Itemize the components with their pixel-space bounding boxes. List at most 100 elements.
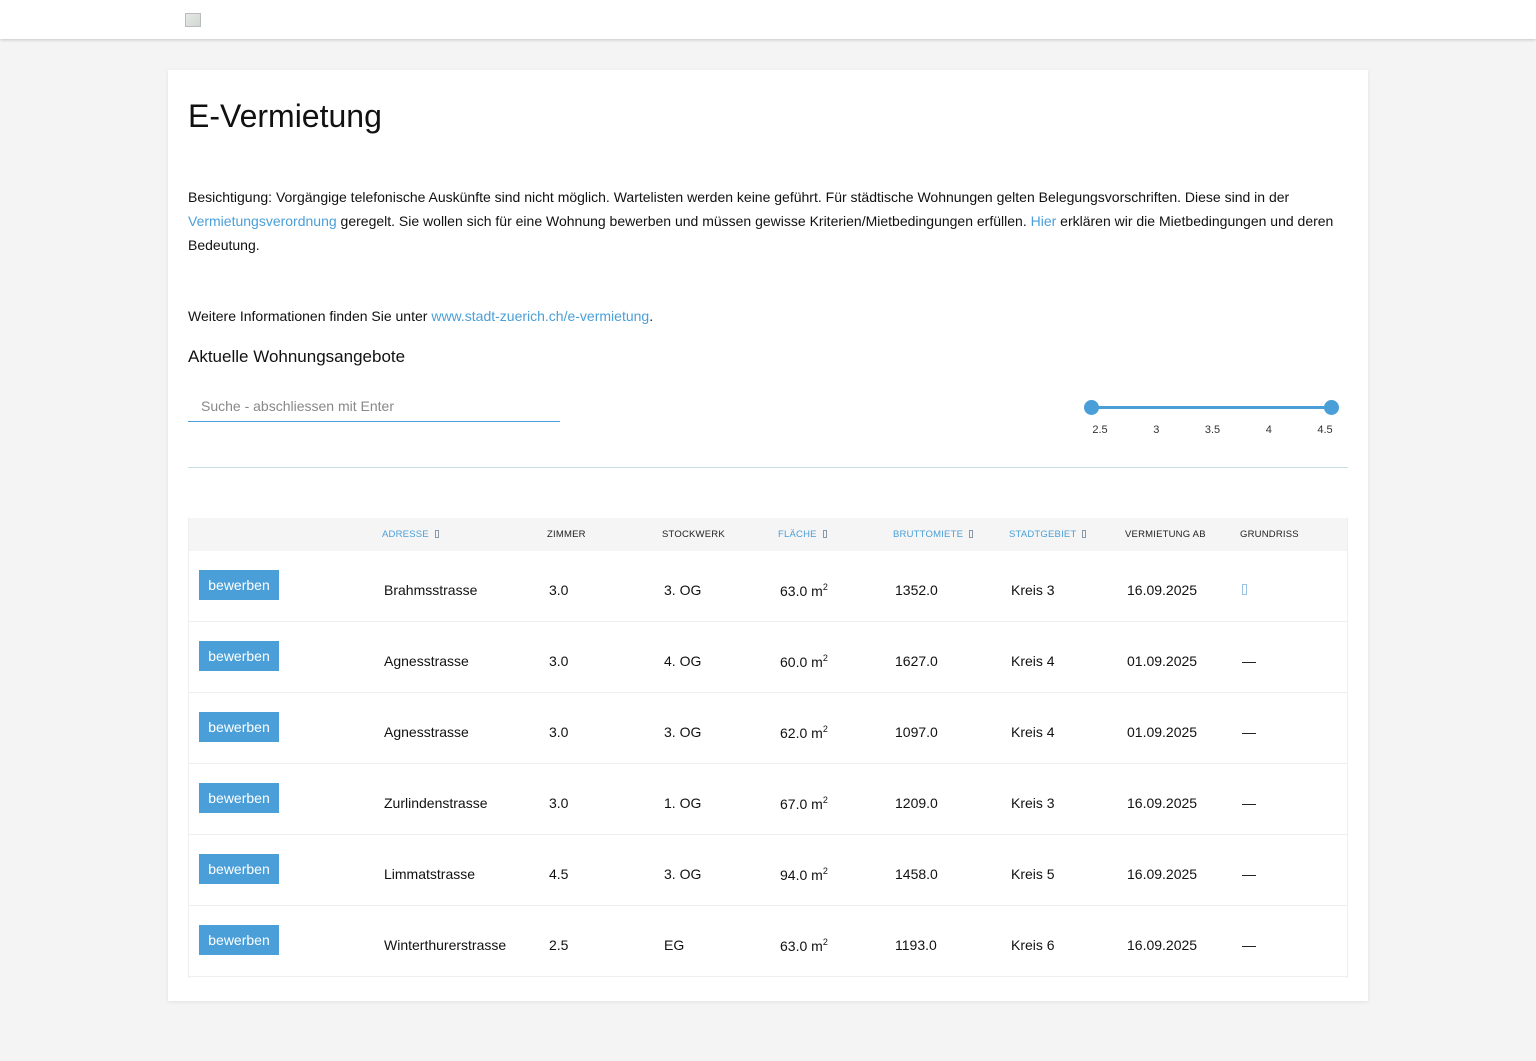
page-title: E-Vermietung	[188, 98, 382, 134]
cell-bruttomiete: 1352.0	[895, 582, 938, 598]
search-input[interactable]	[188, 390, 560, 422]
area-value: 94.0	[780, 867, 808, 883]
slider-handle-max[interactable]	[1323, 400, 1339, 415]
cell-stockwerk: 3. OG	[664, 724, 702, 740]
cell-stadtgebiet: Kreis 4	[1011, 724, 1055, 740]
cell-bruttomiete: 1193.0	[895, 937, 937, 953]
cell-adresse: Brahmsstrasse	[384, 582, 478, 598]
area-value: 67.0	[780, 796, 808, 812]
cell-flaeche: 60.0 m2	[780, 653, 828, 670]
cell-zimmer: 2.5	[549, 937, 569, 953]
cell-vermietung-ab: 16.09.2025	[1127, 582, 1198, 598]
divider	[188, 467, 1348, 468]
sort-icon	[434, 530, 439, 538]
more-info-text: Weitere Informationen finden Sie unter w…	[188, 304, 653, 328]
cell-flaeche: 67.0 m2	[780, 795, 828, 812]
sort-icon	[1082, 530, 1087, 538]
cell-zimmer: 4.5	[549, 866, 569, 882]
vermietungsverordnung-link[interactable]: Vermietungsverordnung	[188, 213, 337, 229]
no-floorplan: —	[1242, 866, 1256, 882]
cell-stadtgebiet: Kreis 5	[1011, 866, 1055, 882]
table-row: bewerben Brahmsstrasse 3.0 3. OG 63.0 m2 1352…	[189, 551, 1347, 622]
logo-image[interactable]	[185, 13, 201, 27]
area-unit: m	[811, 725, 823, 741]
header-bruttomiete[interactable]: Bruttomiete	[893, 529, 974, 540]
apply-button[interactable]: bewerben	[199, 854, 279, 884]
cell-adresse: Winterthurerstrasse	[384, 937, 507, 953]
header-stockwerk: Stockwerk	[662, 529, 725, 540]
sort-icon	[822, 530, 827, 538]
e-vermietung-link[interactable]: www.stadt-zuerich.ch/e-vermietung	[431, 308, 649, 324]
apply-button[interactable]: bewerben	[199, 783, 279, 813]
cell-vermietung-ab: 01.09.2025	[1127, 653, 1198, 669]
header-grundriss: Grundriss	[1240, 529, 1299, 540]
rooms-range-slider[interactable]: 2.5 3 3.5 4 4.5	[1083, 398, 1339, 448]
area-unit-exponent: 2	[822, 866, 828, 876]
cell-stockwerk: 4. OG	[664, 653, 702, 669]
slider-handle-min[interactable]	[1083, 400, 1099, 415]
apply-button[interactable]: bewerben	[199, 570, 279, 600]
cell-vermietung-ab: 16.09.2025	[1127, 937, 1198, 953]
table-row: bewerben Agnesstrasse 3.0 3. OG 62.0 m2 1097.…	[189, 693, 1347, 764]
area-unit: m	[811, 796, 823, 812]
area-unit: m	[811, 654, 823, 670]
header-vermietung-ab: Vermietung ab	[1125, 529, 1206, 540]
intro-text-part2: geregelt. Sie wollen sich für eine Wohnu…	[336, 213, 1031, 229]
table-row: bewerben Limmatstrasse 4.5 3. OG 94.0 m2 1458…	[189, 835, 1347, 906]
cell-flaeche: 63.0 m2	[780, 937, 828, 954]
cell-stockwerk: 3. OG	[664, 582, 702, 598]
cell-zimmer: 3.0	[549, 724, 569, 740]
cell-flaeche: 94.0 m2	[780, 866, 828, 883]
cell-stockwerk: 1. OG	[664, 795, 702, 811]
slider-track[interactable]	[1091, 406, 1331, 409]
main-card: E-Vermietung Besichtigung: Vorgängige te…	[168, 70, 1368, 1001]
header-zimmer: Zimmer	[547, 529, 586, 540]
cell-flaeche: 63.0 m2	[780, 582, 828, 599]
intro-text: Besichtigung: Vorgängige telefonische Au…	[188, 185, 1348, 257]
more-info-suffix: .	[649, 308, 654, 324]
cell-flaeche: 62.0 m2	[780, 724, 828, 741]
apply-button[interactable]: bewerben	[199, 712, 279, 742]
header-stadtgebiet-label: Stadtgebiet	[1009, 529, 1077, 540]
header-flaeche[interactable]: Fläche	[778, 529, 827, 540]
header-flaeche-label: Fläche	[778, 529, 817, 540]
slider-tick-label: 3.5	[1204, 424, 1221, 436]
cell-stadtgebiet: Kreis 6	[1011, 937, 1055, 953]
area-unit-exponent: 2	[822, 653, 828, 663]
cell-stockwerk: EG	[664, 937, 685, 953]
table-row: bewerben Winterthurerstrasse 2.5 EG 63.0 m2 1…	[189, 906, 1347, 977]
cell-bruttomiete: 1209.0	[895, 795, 938, 811]
area-value: 62.0	[780, 725, 808, 741]
slider-tick-label: 3	[1153, 424, 1160, 436]
header-stadtgebiet[interactable]: Stadtgebiet	[1009, 529, 1087, 540]
cell-bruttomiete: 1458.0	[895, 866, 938, 882]
cell-adresse: Zurlindenstrasse	[384, 795, 488, 811]
area-unit-exponent: 2	[822, 582, 828, 592]
header-adresse[interactable]: Adresse	[382, 529, 439, 540]
floorplan-file-icon[interactable]	[1242, 584, 1247, 595]
sort-icon	[969, 530, 974, 538]
area-unit-exponent: 2	[822, 724, 828, 734]
cell-stadtgebiet: Kreis 4	[1011, 653, 1055, 669]
more-info-prefix: Weitere Informationen finden Sie unter	[188, 308, 432, 324]
section-title: Aktuelle Wohnungsangebote	[188, 347, 406, 366]
area-unit: m	[811, 583, 823, 599]
apply-button[interactable]: bewerben	[199, 925, 279, 955]
slider-tick-label: 4.5	[1317, 424, 1333, 436]
table-header: Adresse Zimmer Stockwerk Fläche Bruttomi…	[189, 518, 1347, 551]
area-value: 63.0	[780, 583, 808, 599]
mietbedingungen-link[interactable]: Hier	[1031, 213, 1057, 229]
cell-stockwerk: 3. OG	[664, 866, 702, 882]
apartments-table: Adresse Zimmer Stockwerk Fläche Bruttomi…	[188, 518, 1348, 978]
cell-vermietung-ab: 16.09.2025	[1127, 795, 1198, 811]
area-unit-exponent: 2	[822, 795, 828, 805]
cell-adresse: Agnesstrasse	[384, 724, 469, 740]
no-floorplan: —	[1242, 795, 1256, 811]
area-value: 60.0	[780, 654, 808, 670]
cell-zimmer: 3.0	[549, 582, 569, 598]
apply-button[interactable]: bewerben	[199, 641, 279, 671]
cell-bruttomiete: 1627.0	[895, 653, 938, 669]
table-row: bewerben Agnesstrasse 3.0 4. OG 60.0 m2 1627.…	[189, 622, 1347, 693]
cell-stadtgebiet: Kreis 3	[1011, 582, 1055, 598]
cell-adresse: Limmatstrasse	[384, 866, 476, 882]
